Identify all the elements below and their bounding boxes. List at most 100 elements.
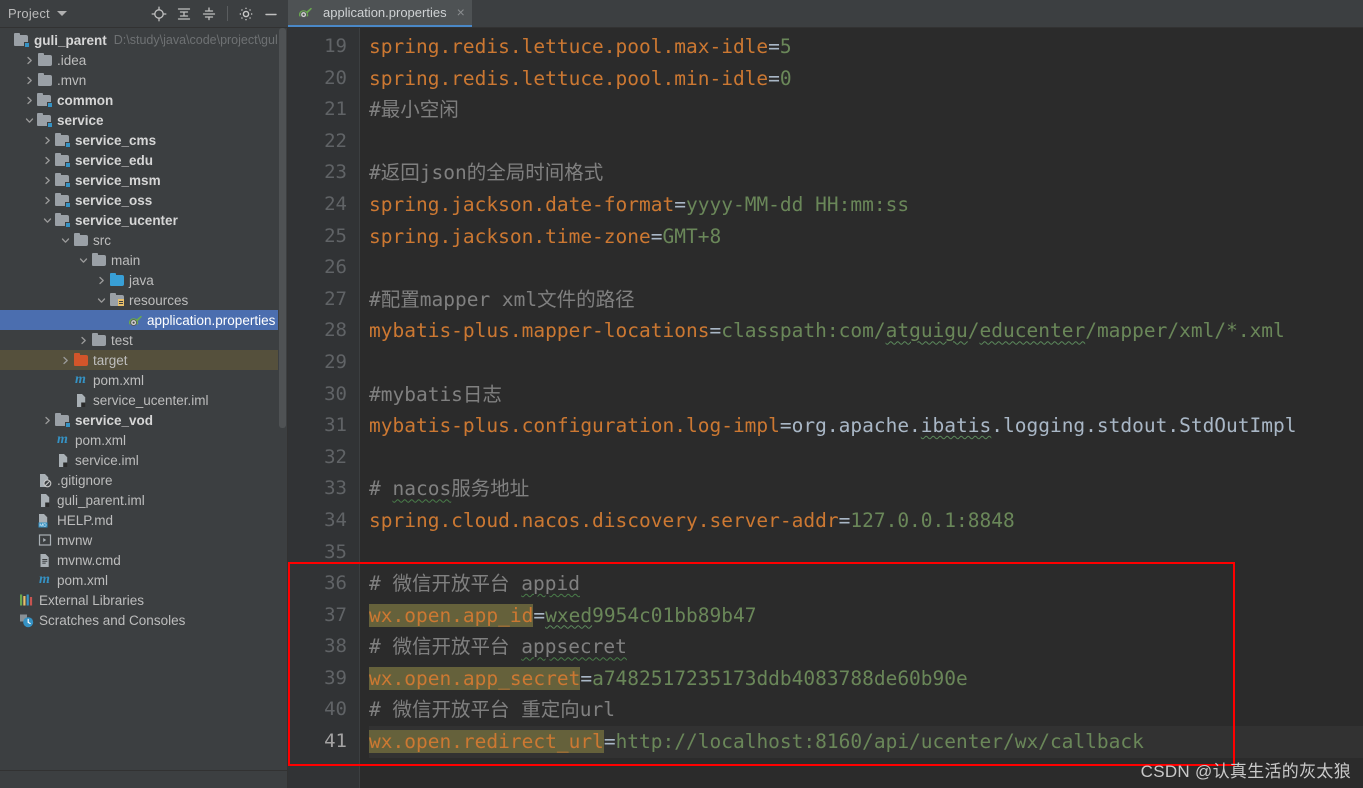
code-line[interactable]: spring.cloud.nacos.discovery.server-addr… <box>369 505 1363 537</box>
code-line[interactable]: spring.jackson.date-format=yyyy-MM-dd HH… <box>369 189 1363 221</box>
chevron-right-icon[interactable] <box>23 56 36 65</box>
property-value: org.apache.ibatis.logging.stdout.StdOutI… <box>791 414 1297 438</box>
code-line[interactable]: spring.jackson.time-zone=GMT+8 <box>369 221 1363 253</box>
property-value: GMT+8 <box>662 224 722 248</box>
chevron-right-icon[interactable] <box>41 416 54 425</box>
line-number-gutter[interactable]: 19 20 21 22 23 24 25 26 27 28 29 30 31 32 33 34 35 36 37 38… <box>288 28 360 788</box>
tree-row-resources[interactable]: resources <box>0 290 287 310</box>
tree-row-service-cms[interactable]: service_cms <box>0 130 287 150</box>
code-line[interactable]: spring.redis.lettuce.pool.max-idle=5 <box>369 31 1363 63</box>
tree-scrollbar[interactable] <box>278 28 287 788</box>
tree-row-common[interactable]: common <box>0 90 287 110</box>
code-line[interactable]: spring.redis.lettuce.pool.min-idle=0 <box>369 63 1363 95</box>
code-line[interactable]: #返回json的全局时间格式 <box>369 157 1363 189</box>
code-line[interactable] <box>369 252 1363 284</box>
code-line[interactable]: mybatis-plus.configuration.log-impl=org.… <box>369 410 1363 442</box>
code-line[interactable]: # 微信开放平台 appid <box>369 568 1363 600</box>
code-line[interactable]: wx.open.redirect_url=http://localhost:81… <box>369 726 1363 758</box>
line-number: 31 <box>324 414 347 437</box>
project-tool-window-header: Project <box>0 0 288 28</box>
chevron-right-icon[interactable] <box>59 356 72 365</box>
chevron-right-icon[interactable] <box>41 136 54 145</box>
iml-icon <box>72 393 89 408</box>
tree-row-root[interactable]: guli_parent D:\study\java\code\project\g… <box>0 30 287 50</box>
chevron-right-icon[interactable] <box>95 276 108 285</box>
code-line[interactable]: #配置mapper xml文件的路径 <box>369 284 1363 316</box>
tree-row-guli-parent-iml[interactable]: guli_parent.iml <box>0 490 287 510</box>
minimize-icon[interactable] <box>260 3 282 25</box>
tree-row-external-libraries[interactable]: External Libraries <box>0 590 287 610</box>
chevron-down-icon[interactable] <box>77 256 90 265</box>
tab-application-properties[interactable]: application.properties × <box>288 0 472 27</box>
code-line[interactable] <box>369 126 1363 158</box>
property-equals: = <box>779 414 792 438</box>
code-line[interactable]: #mybatis日志 <box>369 379 1363 411</box>
tool-window-title[interactable]: Project <box>8 6 50 21</box>
module-icon <box>36 112 53 128</box>
chevron-right-icon[interactable] <box>23 76 36 85</box>
project-tree[interactable]: guli_parent D:\study\java\code\project\g… <box>0 28 287 630</box>
chevron-right-icon[interactable] <box>41 156 54 165</box>
tree-row-pom-xml[interactable]: m pom.xml <box>0 430 287 450</box>
tree-row-main[interactable]: main <box>0 250 287 270</box>
code-line[interactable]: # 微信开放平台 appsecret <box>369 631 1363 663</box>
tree-item-label: src <box>93 232 111 248</box>
project-tree-panel[interactable]: guli_parent D:\study\java\code\project\g… <box>0 28 288 788</box>
code-line[interactable]: wx.open.app_secret=a7482517235173ddb4083… <box>369 663 1363 695</box>
editor-area[interactable]: 19 20 21 22 23 24 25 26 27 28 29 30 31 32 33 34 35 36 37 38… <box>288 28 1363 788</box>
chevron-down-icon[interactable] <box>59 236 72 245</box>
scrollbar-thumb[interactable] <box>279 28 286 428</box>
code-line[interactable]: #最小空闲 <box>369 94 1363 126</box>
tree-row-application-properties[interactable]: application.properties <box>0 310 287 330</box>
code-line[interactable] <box>369 537 1363 569</box>
code-line[interactable]: # 微信开放平台 重定向url <box>369 694 1363 726</box>
tree-row-service-msm[interactable]: service_msm <box>0 170 287 190</box>
tree-row-mvnw[interactable]: mvnw <box>0 530 287 550</box>
property-key: spring.redis.lettuce.pool.min-idle <box>369 66 769 90</box>
collapse-all-icon[interactable] <box>198 3 220 25</box>
code-line[interactable] <box>369 442 1363 474</box>
locate-icon[interactable] <box>148 3 170 25</box>
tree-row-src[interactable]: src <box>0 230 287 250</box>
tree-row-java[interactable]: java <box>0 270 287 290</box>
chevron-down-icon[interactable] <box>23 116 36 125</box>
property-key: mybatis-plus.mapper-locations <box>369 319 710 343</box>
code-line[interactable] <box>369 347 1363 379</box>
gear-icon[interactable] <box>235 3 257 25</box>
code-editor[interactable]: spring.redis.lettuce.pool.max-idle=5 spri… <box>360 28 1363 788</box>
chevron-down-icon[interactable] <box>41 216 54 225</box>
tree-row-scratches-and-consoles[interactable]: Scratches and Consoles <box>0 610 287 630</box>
chevron-right-icon[interactable] <box>77 336 90 345</box>
script-icon <box>36 533 53 547</box>
property-equals: = <box>768 66 780 90</box>
tree-row-gitignore[interactable]: .gitignore <box>0 470 287 490</box>
tree-row-service-ucenter-iml[interactable]: service_ucenter.iml <box>0 390 287 410</box>
code-line[interactable]: # nacos服务地址 <box>369 473 1363 505</box>
property-equals: = <box>838 508 851 532</box>
tree-row-mvnw-cmd[interactable]: mvnw.cmd <box>0 550 287 570</box>
tree-row-pom-xml[interactable]: m pom.xml <box>0 370 287 390</box>
expand-all-icon[interactable] <box>173 3 195 25</box>
tree-row-test[interactable]: test <box>0 330 287 350</box>
tree-row-service-oss[interactable]: service_oss <box>0 190 287 210</box>
tree-row-idea[interactable]: .idea <box>0 50 287 70</box>
chevron-right-icon[interactable] <box>41 176 54 185</box>
chevron-right-icon[interactable] <box>23 96 36 105</box>
tree-row-service[interactable]: service <box>0 110 287 130</box>
tree-row-target[interactable]: target <box>0 350 287 370</box>
tree-row-pom-xml[interactable]: m pom.xml <box>0 570 287 590</box>
code-line[interactable]: wx.open.app_id=wxed9954c01bb89b47 <box>369 600 1363 632</box>
tree-row-help-md[interactable]: MD HELP.md <box>0 510 287 530</box>
code-line[interactable]: mybatis-plus.mapper-locations=classpath:… <box>369 315 1363 347</box>
tree-row-service-vod[interactable]: service_vod <box>0 410 287 430</box>
tree-row-service-edu[interactable]: service_edu <box>0 150 287 170</box>
tree-row-service-ucenter[interactable]: service_ucenter <box>0 210 287 230</box>
tree-row-service-iml[interactable]: service.iml <box>0 450 287 470</box>
property-value: a7482517235173ddb4083788de60b90e <box>592 666 968 690</box>
close-icon[interactable]: × <box>457 5 465 19</box>
target-folder-icon <box>72 352 89 366</box>
chevron-down-icon[interactable] <box>56 11 67 16</box>
chevron-down-icon[interactable] <box>95 296 108 305</box>
tree-row-mvn[interactable]: .mvn <box>0 70 287 90</box>
chevron-right-icon[interactable] <box>41 196 54 205</box>
